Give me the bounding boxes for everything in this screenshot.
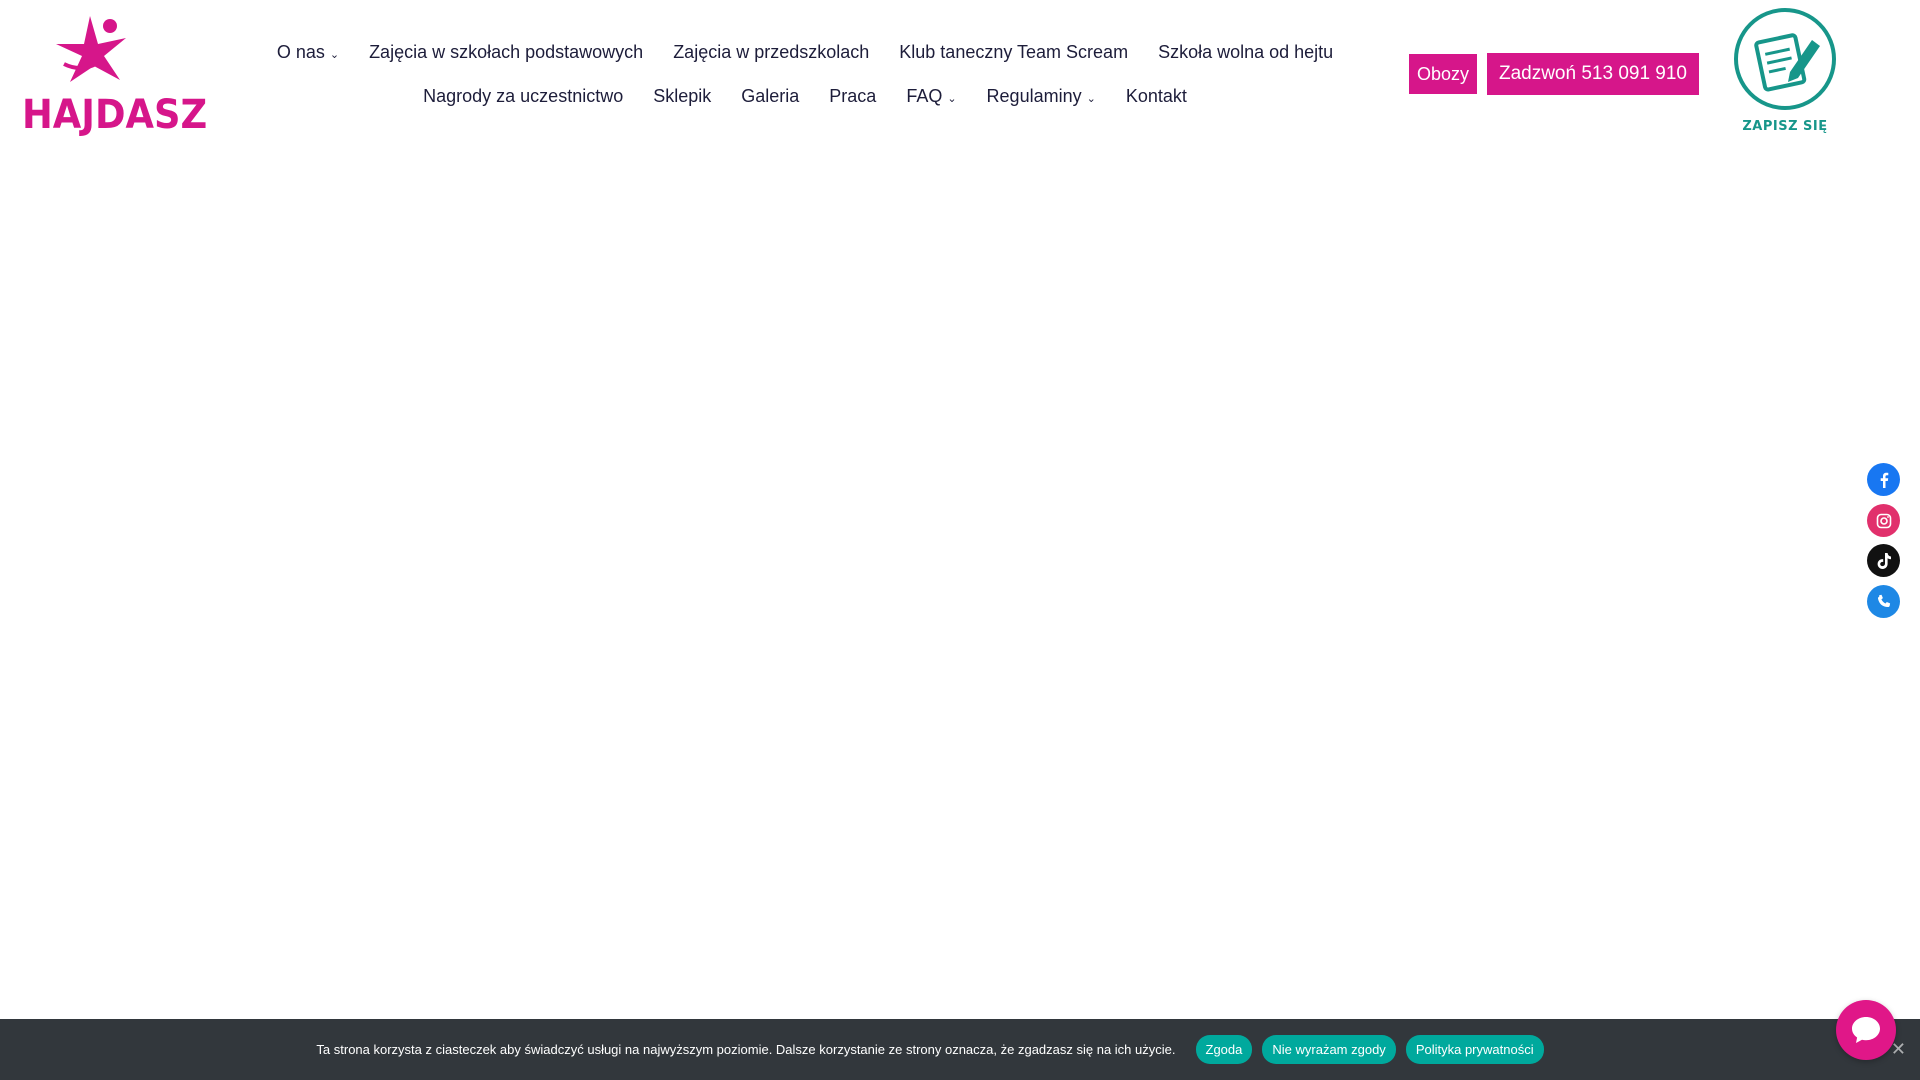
phone-icon [1877, 594, 1890, 607]
chat-widget-button[interactable] [1836, 1000, 1896, 1060]
nav-item-label: Zajęcia w przedszkolach [673, 41, 870, 62]
chevron-down-icon: ⌄ [329, 48, 340, 61]
nav-item-label: Kontakt [1125, 85, 1187, 106]
privacy-policy-button[interactable]: Polityka prywatności [1405, 1035, 1544, 1064]
signup-label: ZAPISZ SIĘ [1742, 119, 1828, 134]
cookie-text: Ta strona korzysta z ciasteczek aby świa… [316, 1042, 1176, 1057]
cookie-decline-button[interactable]: Nie wyrażam zgody [1262, 1035, 1396, 1064]
facebook-icon [1880, 472, 1888, 488]
chat-bubble-icon [1852, 1017, 1880, 1043]
nav-row-1: O nas ⌄ Zajęcia w szkołach podstawowych … [270, 30, 1340, 74]
camps-button[interactable]: Obozy [1409, 54, 1477, 94]
cookie-notice: Ta strona korzysta z ciasteczek aby świa… [0, 1019, 1920, 1080]
nav-item-label: Klub taneczny Team Scream [899, 41, 1129, 62]
cookie-accept-button[interactable]: Zgoda [1195, 1035, 1253, 1064]
logo-wordmark: HAJDASZ [22, 92, 208, 138]
signup-badge[interactable]: ZAPISZ SIĘ [1730, 6, 1840, 140]
nav-item-faq[interactable]: FAQ ⌄ [891, 86, 971, 107]
nav-item-label: O nas [276, 41, 325, 62]
nav-item-label: Nagrody za uczestnictwo [423, 85, 624, 106]
nav-item-team-scream[interactable]: Klub taneczny Team Scream [884, 42, 1143, 63]
nav-item-label: Szkoła wolna od hejtu [1158, 41, 1334, 62]
site-logo[interactable]: HAJDASZ [22, 14, 207, 138]
nav-item-label: Sklepik [653, 85, 712, 106]
nav-item-szkoly-podstawowe[interactable]: Zajęcia w szkołach podstawowych [354, 42, 658, 63]
instagram-link[interactable] [1867, 504, 1900, 537]
signup-form-icon [1734, 8, 1836, 110]
facebook-link[interactable] [1867, 463, 1900, 496]
nav-item-label: FAQ [906, 85, 943, 106]
nav-item-kontakt[interactable]: Kontakt [1111, 86, 1202, 107]
phone-link[interactable] [1867, 585, 1900, 618]
nav-item-wolna-od-hejtu[interactable]: Szkoła wolna od hejtu [1143, 42, 1348, 63]
nav-item-galeria[interactable]: Galeria [726, 86, 814, 107]
tiktok-icon [1877, 552, 1891, 569]
nav-item-sklepik[interactable]: Sklepik [638, 86, 726, 107]
tiktok-link[interactable] [1867, 544, 1900, 577]
nav-item-przedszkola[interactable]: Zajęcia w przedszkolach [658, 42, 884, 63]
nav-item-label: Zajęcia w szkołach podstawowych [369, 41, 644, 62]
nav-item-nagrody[interactable]: Nagrody za uczestnictwo [408, 86, 638, 107]
nav-item-o-nas[interactable]: O nas ⌄ [262, 42, 354, 63]
nav-item-label: Galeria [741, 85, 800, 106]
chevron-down-icon: ⌄ [947, 92, 957, 105]
main-navigation: O nas ⌄ Zajęcia w szkołach podstawowych … [270, 30, 1340, 118]
nav-item-label: Praca [829, 85, 877, 106]
instagram-icon [1876, 513, 1891, 528]
call-button[interactable]: Zadzwoń 513 091 910 [1487, 53, 1699, 95]
chevron-down-icon: ⌄ [1086, 92, 1096, 105]
nav-row-2: Nagrody za uczestnictwo Sklepik Galeria … [270, 74, 1340, 118]
nav-item-regulaminy[interactable]: Regulaminy ⌄ [972, 86, 1111, 107]
nav-item-label: Regulaminy [986, 85, 1082, 106]
logo-figure-icon [56, 16, 126, 82]
site-header: HAJDASZ O nas ⌄ Zajęcia w szkołach podst… [0, 0, 1920, 150]
nav-item-praca[interactable]: Praca [814, 86, 891, 107]
